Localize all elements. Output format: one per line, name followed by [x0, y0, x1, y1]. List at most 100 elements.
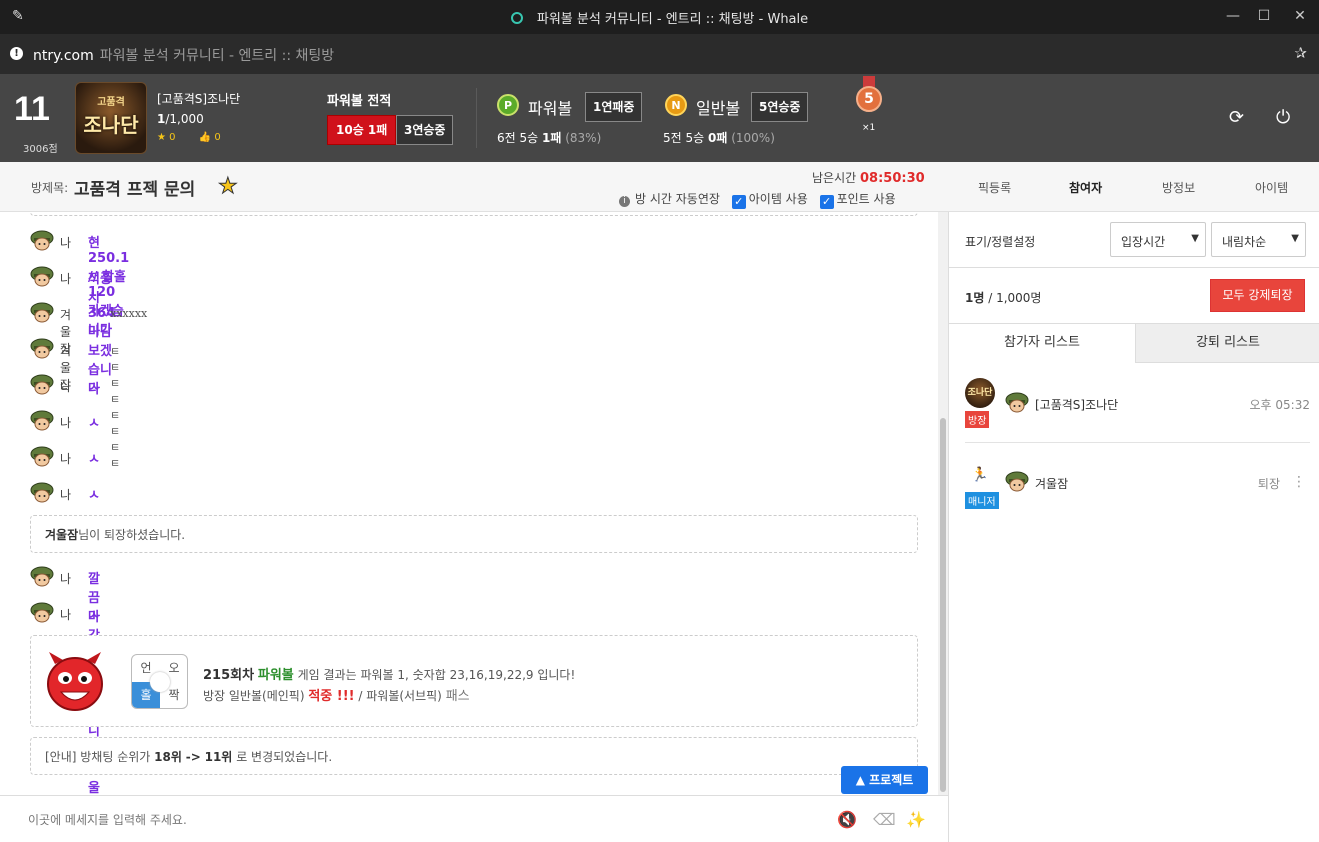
- result-line-2: 방장 일반볼(메인픽) 적중 !!! / 파워볼(서브픽) 패스: [203, 689, 470, 704]
- normalball-label: 일반볼: [696, 99, 741, 118]
- room-options: i방 시간 자동연장 ✓ 아이템 사용 ✓ 포인트 사용: [619, 190, 896, 209]
- chevron-down-icon: ▼: [1191, 233, 1199, 244]
- more-options-icon[interactable]: ⋮: [1292, 474, 1306, 490]
- point-use-checkbox[interactable]: ✓: [819, 195, 834, 209]
- chat-area: 나현 250.1 // 합홀 120 가겠습니다 나 적중시 364 마감 보겠습니…: [0, 212, 948, 795]
- owner-badge: 방장: [965, 411, 990, 428]
- message-nick[interactable]: 나: [60, 606, 71, 623]
- message-nick[interactable]: 나: [60, 378, 71, 395]
- soldier-avatar-icon: [30, 373, 54, 397]
- mute-icon[interactable]: 🔇: [837, 810, 857, 829]
- favorite-star-icon[interactable]: ★: [218, 174, 239, 200]
- message-nick[interactable]: 나: [60, 270, 71, 287]
- message-nick[interactable]: 나: [60, 414, 71, 431]
- room-capacity: 1/1,000: [157, 112, 204, 126]
- powerball-status: 1연패중: [585, 92, 643, 122]
- minimize-icon[interactable]: —: [1216, 2, 1250, 30]
- soldier-avatar-icon: [1005, 471, 1029, 492]
- soldier-avatar-icon: [30, 265, 54, 289]
- normalball-coin-icon: N: [665, 94, 687, 116]
- participant-count: 1명 / 1,000명: [965, 291, 1042, 305]
- point-use-label: 포인트 사용: [836, 192, 896, 206]
- auto-extend-label: 방 시간 자동연장: [635, 192, 720, 206]
- chat-input[interactable]: [28, 809, 808, 831]
- soldier-avatar-icon: [30, 481, 54, 505]
- message-text: ㅅ: [88, 380, 100, 395]
- tab-participant-list[interactable]: 참가자 리스트: [949, 324, 1136, 363]
- message-nick[interactable]: 나: [60, 486, 71, 503]
- room-logo: 고품격 조나단: [75, 82, 147, 154]
- refresh-icon[interactable]: ⟳: [1229, 107, 1244, 128]
- message-nick[interactable]: 나: [60, 450, 71, 467]
- chat-scrollbar-thumb[interactable]: [940, 418, 946, 792]
- tab-room-info[interactable]: 방정보: [1162, 179, 1195, 196]
- soldier-avatar-icon: [30, 337, 54, 361]
- participant-name: 겨울잠: [1035, 477, 1069, 491]
- game-result-box: 언 오 홀 짝 215회차 파워볼 게임 결과는 파워볼 1, 숫자합 23,1…: [30, 635, 918, 727]
- record-title: 파워볼 전적: [327, 94, 392, 109]
- participant-status: 퇴장: [1257, 477, 1280, 491]
- medal-icon: 5: [855, 76, 883, 128]
- odd-even-grid: 언 오 홀 짝: [131, 654, 188, 709]
- tab-pick-register[interactable]: 픽등록: [978, 179, 1011, 196]
- info-icon[interactable]: !: [10, 47, 23, 60]
- address-bar[interactable]: ! ntry.com 파워볼 분석 커뮤니티 - 엔트리 :: 채팅방 ✰: [0, 34, 1319, 74]
- chevron-down-icon: ▼: [1291, 233, 1299, 244]
- record-streak: 3연승중: [396, 115, 454, 145]
- soldier-avatar-icon: [30, 445, 54, 469]
- tab-items[interactable]: 아이템: [1255, 179, 1288, 196]
- magic-wand-icon[interactable]: ✨: [906, 810, 926, 829]
- whale-icon: [510, 12, 523, 24]
- kick-all-button[interactable]: 모두 강제퇴장: [1210, 279, 1305, 312]
- leave-notice: 겨울잠님이 퇴장하셨습니다.: [30, 515, 918, 553]
- devil-emoticon-icon: [47, 652, 103, 711]
- soldier-avatar-icon: [30, 565, 54, 589]
- message-text: ㅌㅌㅌㅌㅌㅌㅌㅌ: [110, 345, 121, 470]
- owner-name[interactable]: [고품격S]조나단: [157, 90, 240, 107]
- powerball-label: 파워볼: [528, 99, 573, 118]
- tab-kicked-list[interactable]: 강퇴 리스트: [1136, 324, 1319, 363]
- tab-participants[interactable]: 참여자: [1069, 179, 1102, 196]
- normalball-status: 5연승중: [751, 92, 809, 122]
- message-text: ㅅ: [88, 416, 100, 431]
- message-nick[interactable]: 나: [60, 570, 71, 587]
- room-rank: 11: [14, 90, 50, 128]
- owner-stats: ★ 0 👍 0: [157, 132, 241, 143]
- divider: [476, 88, 477, 148]
- sort-order-select[interactable]: 내림차순 ▼: [1211, 222, 1306, 257]
- star-icon: ★ 0: [157, 132, 176, 143]
- sort-by-select[interactable]: 입장시간 ▼: [1110, 222, 1206, 257]
- chat-input-row: 🔇 ⌫ ✨: [0, 795, 948, 842]
- participant-count-row: 1명 / 1,000명 모두 강제퇴장: [949, 268, 1319, 324]
- close-icon[interactable]: ✕: [1283, 2, 1317, 30]
- power-icon[interactable]: ⏻: [1276, 107, 1290, 128]
- soldier-avatar-icon: [30, 301, 54, 325]
- medal-multiplier: ×1: [862, 123, 876, 133]
- item-use-label: 아이템 사용: [748, 192, 808, 206]
- soldier-avatar-icon: [1005, 392, 1029, 413]
- url-text[interactable]: ntry.com 파워볼 분석 커뮤니티 - 엔트리 :: 채팅방: [33, 45, 334, 65]
- eraser-icon[interactable]: ⌫: [873, 810, 896, 829]
- runner-icon: 🏃: [971, 467, 989, 483]
- soldier-avatar-icon: [30, 601, 54, 625]
- room-title: 고품격 프젝 문의: [74, 180, 196, 200]
- room-info-bar: 방제목: 고품격 프젝 문의 ★ 남은시간 08:50:30 i 방 시간 자동연…: [0, 162, 948, 212]
- normalball-stat: 5전 5승 0패 (100%): [663, 131, 775, 145]
- message-nick[interactable]: 나: [60, 234, 71, 251]
- participant-row[interactable]: 조나단 방장 [고품격S]조나단 오후 05:32: [949, 378, 1319, 443]
- remaining-time: 남은시간 08:50:30: [812, 171, 925, 186]
- soldier-avatar-icon: [30, 409, 54, 433]
- maximize-icon[interactable]: ☐: [1247, 2, 1281, 30]
- prev-box-edge: [30, 212, 918, 216]
- favorite-icon[interactable]: ✰: [1294, 44, 1307, 62]
- like-icon: 👍 0: [198, 132, 221, 143]
- project-button[interactable]: ▲ 프로젝트: [841, 766, 928, 794]
- soldier-avatar-icon: [30, 229, 54, 253]
- logo-main-text: 조나단: [83, 113, 139, 137]
- participant-row[interactable]: 🏃 매니저 겨울잠 퇴장 ⋮: [949, 466, 1319, 511]
- sort-settings: 표기/정렬설정 입장시간 ▼ 내림차순 ▼: [949, 212, 1319, 268]
- participants-panel: 표기/정렬설정 입장시간 ▼ 내림차순 ▼ 1명 / 1,000명 모두 강제퇴장 …: [948, 212, 1319, 842]
- result-line-1: 215회차 파워볼 게임 결과는 파워볼 1, 숫자합 23,16,19,22,…: [203, 668, 576, 683]
- window-titlebar: ✎ 파워볼 분석 커뮤니티 - 엔트리 :: 채팅방 - Whale — ☐ ✕: [0, 0, 1319, 34]
- item-use-checkbox[interactable]: ✓: [731, 195, 746, 209]
